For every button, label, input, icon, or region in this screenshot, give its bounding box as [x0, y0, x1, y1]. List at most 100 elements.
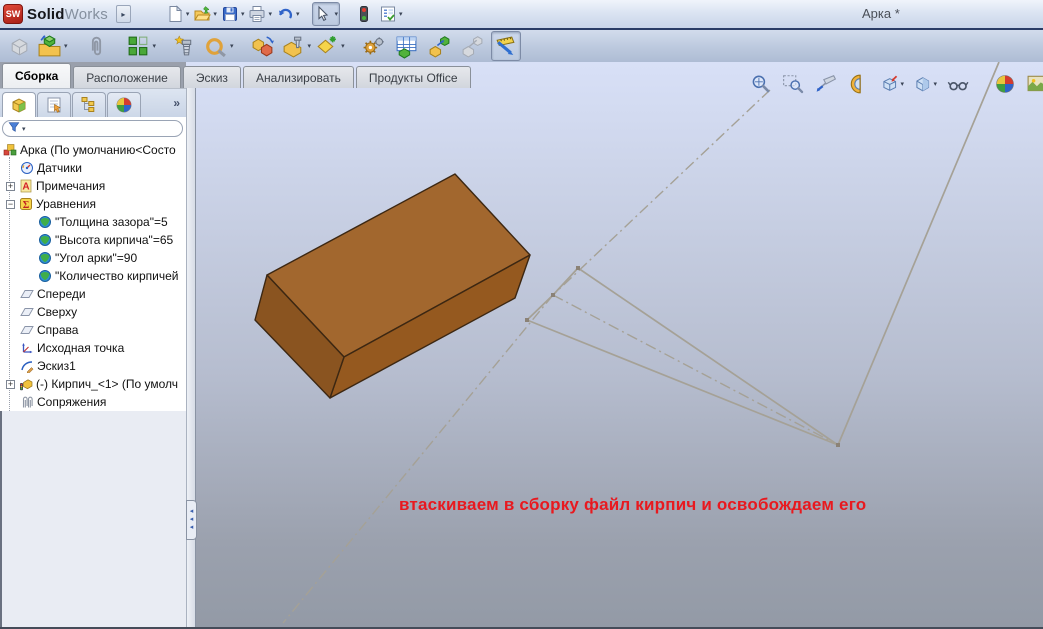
edit-appearance-button[interactable] — [993, 72, 1017, 96]
smart-fasteners-button[interactable] — [170, 31, 200, 61]
brand-text: SolidWorks — [27, 6, 108, 23]
tree-item-label: Арка (По умолчанию<Состо — [20, 143, 176, 157]
move-component-button[interactable] — [203, 31, 234, 61]
tree-item-label: Исходная точка — [37, 341, 124, 355]
mates-icon — [20, 395, 34, 409]
tree-item[interactable]: −Σ Уравнения — [0, 195, 186, 213]
expander-icon[interactable]: + — [6, 182, 15, 191]
print-button[interactable] — [247, 2, 273, 26]
tree-item-label: Сверху — [37, 305, 77, 319]
tab-layout[interactable]: Расположение — [73, 66, 181, 88]
tree-item-label: Спереди — [37, 287, 86, 301]
tree-filter-box[interactable]: ▾ — [2, 120, 183, 137]
tree-item[interactable]: + A Примечания — [0, 177, 186, 195]
panel-empty-area — [0, 411, 186, 627]
hide-show-items-button[interactable] — [946, 72, 970, 96]
filter-row: ▾ — [0, 117, 186, 139]
apply-scene-button[interactable] — [1026, 72, 1043, 96]
plane-icon — [20, 287, 34, 301]
brand-works: Works — [65, 6, 108, 23]
tree-item[interactable]: Исходная точка — [0, 339, 186, 357]
panel-splitter[interactable]: ◂◂◂ — [186, 88, 196, 627]
feature-tree: Арка (По умолчанию<Состо Датчики + A Примеча… — [0, 139, 186, 411]
document-title: Арка * — [862, 6, 900, 21]
tree-item[interactable]: Арка (По умолчанию<Состо — [0, 141, 186, 159]
filter-caret-icon: ▾ — [22, 125, 26, 133]
panel-collapse-handle[interactable]: ◂◂◂ — [186, 500, 197, 540]
panel-tab-propertymanager[interactable] — [37, 92, 71, 117]
new-motion-study-button[interactable] — [359, 31, 389, 61]
tree-item[interactable]: "Высота кирпича"=65 — [0, 231, 186, 249]
equation-globe-icon — [38, 269, 52, 283]
show-hidden-components-button[interactable] — [248, 31, 278, 61]
equation-globe-icon — [38, 215, 52, 229]
menu-flyout-button[interactable]: ▸ — [116, 5, 131, 23]
tab-assembly[interactable]: Сборка — [2, 63, 71, 88]
undo-button[interactable] — [275, 2, 301, 26]
tab-evaluate[interactable]: Анализировать — [243, 66, 354, 88]
zoom-to-fit-button[interactable] — [748, 72, 772, 96]
panel-tab-configurationmanager[interactable] — [72, 92, 106, 117]
tree-item[interactable]: +(-) Кирпич_<1> (По умолч — [0, 375, 186, 393]
solidworks-window: SW SolidWorks ▸ Арка * — [0, 0, 1043, 629]
panel-tabs-overflow-chevron[interactable]: » — [173, 96, 180, 110]
open-document-button[interactable] — [192, 2, 218, 26]
linear-component-pattern-button[interactable] — [126, 31, 157, 61]
sensors-icon — [20, 161, 34, 175]
zoom-to-selection-button[interactable] — [814, 72, 838, 96]
tree-item[interactable]: Спереди — [0, 285, 186, 303]
tree-item[interactable]: Эскиз1 — [0, 357, 186, 375]
display-style-button[interactable] — [913, 72, 937, 96]
assembly-features-button[interactable] — [281, 31, 312, 61]
tree-item-label: "Количество кирпичей — [55, 269, 179, 283]
zoom-to-area-button[interactable] — [781, 72, 805, 96]
mate-button[interactable] — [82, 31, 112, 61]
save-button[interactable] — [220, 2, 246, 26]
expander-icon[interactable]: − — [6, 200, 15, 209]
bill-of-materials-button[interactable] — [392, 31, 422, 61]
sketch-icon — [20, 359, 34, 373]
viewport-canvas[interactable] — [186, 62, 1043, 627]
tree-item[interactable]: "Толщина зазора"=5 — [0, 213, 186, 231]
tree-item[interactable]: Справа — [0, 321, 186, 339]
title-bar: SW SolidWorks ▸ Арка * — [0, 0, 1043, 28]
tree-item[interactable]: Сопряжения — [0, 393, 186, 411]
feature-manager-panel: » ▾ Арка (По умолчанию<Состо Датчики + A При… — [0, 88, 186, 627]
select-tool-button[interactable] — [312, 2, 340, 26]
tab-office-products[interactable]: Продукты Office — [356, 66, 471, 88]
svg-text:A: A — [22, 182, 29, 193]
annotations-icon: A — [19, 179, 33, 193]
insert-components-button[interactable] — [37, 31, 68, 61]
panel-tab-featuremanager[interactable] — [2, 92, 36, 117]
tree-item[interactable]: Датчики — [0, 159, 186, 177]
assembly-toolbar — [0, 28, 1043, 62]
svg-text:Σ: Σ — [23, 200, 30, 211]
assembly-icon — [3, 143, 17, 157]
panel-tab-displaymanager[interactable] — [107, 92, 141, 117]
instant3d-button[interactable] — [491, 31, 521, 61]
equation-globe-icon — [38, 233, 52, 247]
options-checklist-button[interactable] — [378, 2, 404, 26]
new-document-button[interactable] — [165, 2, 191, 26]
tab-sketch[interactable]: Эскиз — [183, 66, 241, 88]
plane-icon — [20, 305, 34, 319]
heads-up-view-toolbar — [748, 72, 1043, 96]
tree-item-label: Уравнения — [36, 197, 96, 211]
section-view-button[interactable] — [847, 72, 871, 96]
tree-item[interactable]: "Угол арки"=90 — [0, 249, 186, 267]
tree-item-label: "Угол арки"=90 — [55, 251, 137, 265]
viewport-annotation: втаскиваем в сборку файл кирпич и освобо… — [399, 495, 866, 515]
rebuild-traffic-light-button[interactable] — [352, 2, 376, 26]
tree-item-label: "Высота кирпича"=65 — [55, 233, 173, 247]
exploded-view-button[interactable] — [425, 31, 455, 61]
view-orientation-button[interactable] — [880, 72, 904, 96]
tree-item[interactable]: "Количество кирпичей — [0, 267, 186, 285]
tree-item[interactable]: Сверху — [0, 303, 186, 321]
expander-icon[interactable]: + — [6, 380, 15, 389]
standard-toolbar — [165, 2, 404, 26]
insert-component-disabled-button — [4, 31, 34, 61]
equation-globe-icon — [38, 251, 52, 265]
tree-item-label: Сопряжения — [37, 395, 106, 409]
tree-item-label: Примечания — [36, 179, 105, 193]
reference-geometry-button[interactable] — [314, 31, 345, 61]
